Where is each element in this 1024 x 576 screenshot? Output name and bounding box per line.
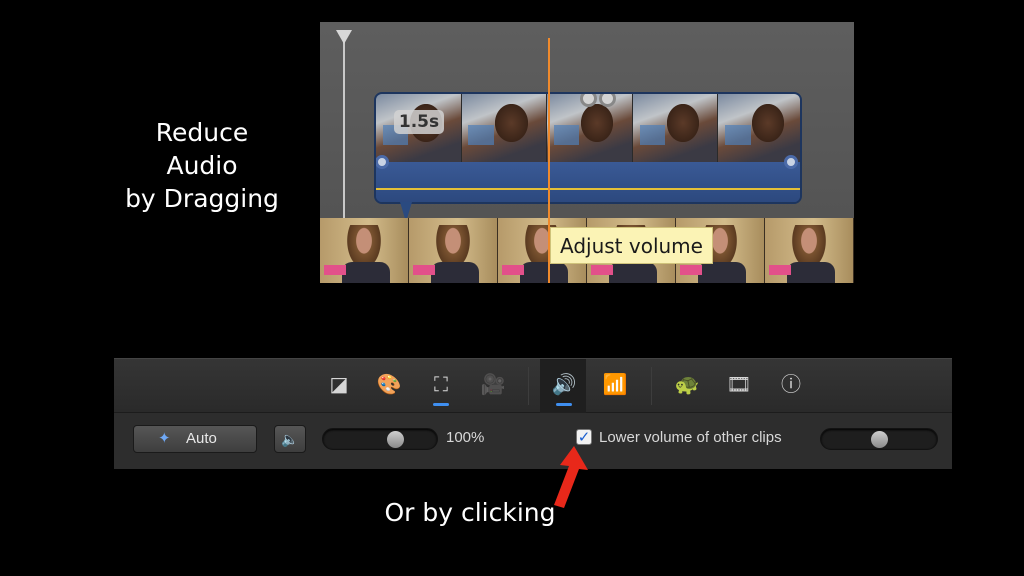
volume-percent: 100% <box>446 429 485 446</box>
playhead-marker-icon[interactable] <box>336 30 352 44</box>
speaker-icon: 🔈 <box>281 431 299 447</box>
crop-icon[interactable]: ⛶ <box>428 371 454 397</box>
toolbar-divider <box>528 367 529 405</box>
magic-wand-icon: ✦ <box>158 430 171 447</box>
caption-line: by Dragging <box>125 184 279 213</box>
volume-line[interactable] <box>376 188 800 190</box>
video-frame <box>765 218 854 283</box>
video-frame <box>320 218 409 283</box>
other-clips-slider-knob[interactable] <box>870 431 888 448</box>
speed-icon[interactable]: 🐢 <box>674 371 700 397</box>
clip-filter-icon[interactable]: 🎞 <box>726 371 752 397</box>
caption-or-by-clicking: Or by clicking <box>384 498 556 527</box>
auto-button[interactable]: ✦ Auto <box>133 425 257 453</box>
duration-badge: 1.5s <box>394 110 444 134</box>
adjustments-bar: ◪ 🎨 ⛶ 🎥 🔊 📶 🐢 🎞 ⓘ ✦ Auto 🔈 100% ✓ Lower … <box>114 358 952 469</box>
volume-slider-knob[interactable] <box>387 431 404 448</box>
audio-clip[interactable]: 1.5s <box>374 92 802 204</box>
toolbar-divider <box>651 367 652 405</box>
timeline-panel: 1.5s Adjust volume <box>320 22 854 283</box>
volume-icon[interactable]: 🔊 <box>551 371 577 397</box>
info-icon[interactable]: ⓘ <box>778 371 804 397</box>
lower-volume-label[interactable]: Lower volume of other clips <box>599 427 782 449</box>
color-correction-icon[interactable]: 🎨 <box>376 371 402 397</box>
lower-volume-checkbox[interactable]: ✓ <box>576 429 592 445</box>
other-clips-volume-slider[interactable] <box>820 428 938 450</box>
caption-line: Audio <box>166 151 238 180</box>
audio-waveform-area[interactable] <box>376 162 800 202</box>
adjustments-toolbar: ◪ 🎨 ⛶ 🎥 🔊 📶 🐢 🎞 ⓘ <box>114 359 952 413</box>
video-frame <box>409 218 498 283</box>
volume-slider[interactable] <box>322 428 438 450</box>
volume-active-indicator <box>556 403 572 406</box>
stabilization-icon[interactable]: 🎥 <box>480 371 506 397</box>
fade-handle-right-icon[interactable] <box>784 155 798 169</box>
clip-thumbnail <box>632 94 719 162</box>
clip-thumbnail <box>718 94 800 162</box>
adjust-volume-tooltip: Adjust volume <box>550 227 713 264</box>
mute-button[interactable]: 🔈 <box>274 425 306 453</box>
transition-icon[interactable] <box>580 94 620 108</box>
equalizer-icon[interactable]: 📶 <box>602 371 628 397</box>
crop-active-indicator <box>433 403 449 406</box>
auto-button-label: Auto <box>186 430 217 447</box>
color-balance-icon[interactable]: ◪ <box>326 371 352 397</box>
fade-handle-left-icon[interactable] <box>376 155 389 169</box>
caption-line: Reduce <box>155 118 249 147</box>
volume-controls: ✦ Auto 🔈 100% ✓ Lower volume of other cl… <box>114 413 952 469</box>
caption-reduce-audio: Reduce Audio by Dragging <box>122 116 282 215</box>
clip-thumbnail <box>461 94 548 162</box>
